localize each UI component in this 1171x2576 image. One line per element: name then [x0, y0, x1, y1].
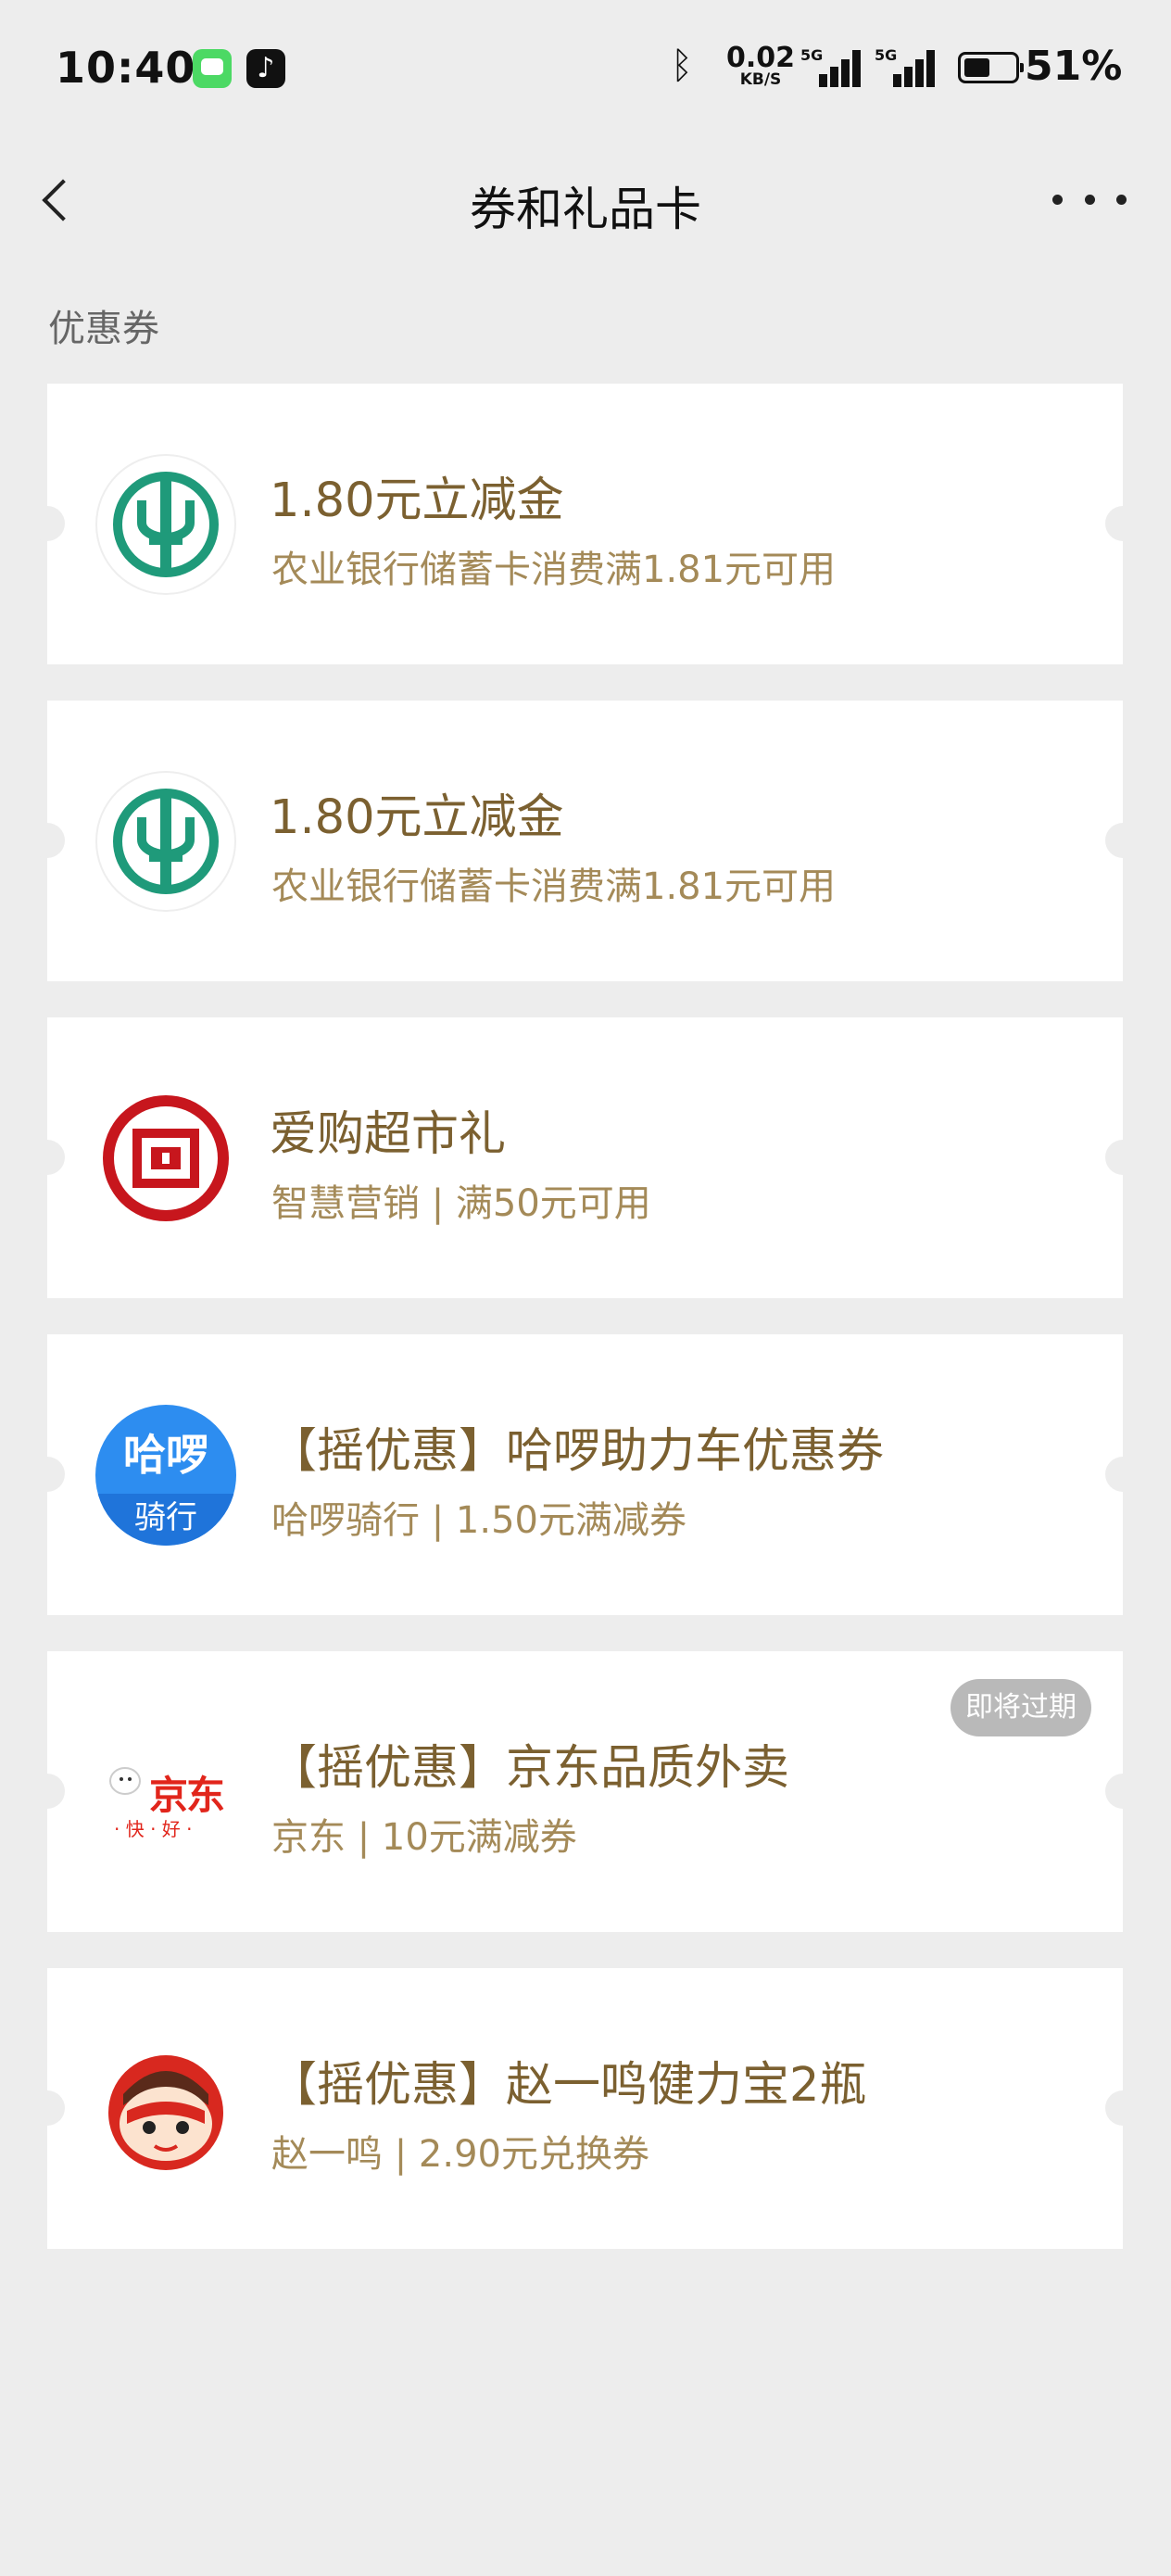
coupon-desc: 京东 | 10元满减券 — [271, 1816, 577, 1859]
coupon-name: 【摇优惠】哈啰助力车优惠券 — [270, 1424, 885, 1479]
nav-bar: 券和礼品卡 — [0, 139, 1171, 259]
network-speed-value: 0.02 — [726, 42, 796, 74]
coupon-card[interactable]: 即将过期 京东 · 快 · 好 · 【摇优惠】京东品质外卖 京东 | 10元满减… — [30, 1651, 1140, 1932]
signal-tag: 5G — [800, 46, 824, 64]
battery-percent: 51% — [1025, 43, 1123, 90]
coupon-card[interactable]: 1.80元立减金 农业银行储蓄卡消费满1.81元可用 — [30, 701, 1140, 981]
coupon-name: 1.80元立减金 — [270, 790, 564, 845]
signal-icon: 5G — [800, 46, 861, 87]
coupon-card[interactable]: 1.80元立减金 农业银行储蓄卡消费满1.81元可用 — [30, 384, 1140, 664]
expiring-badge: 即将过期 — [951, 1679, 1091, 1736]
tiktok-app-icon: ♪ — [246, 49, 285, 88]
abc-bank-logo — [95, 454, 236, 595]
hello-logo-subtext: 骑行 — [95, 1494, 236, 1546]
coupon-name: 【摇优惠】赵一鸣健力宝2瓶 — [270, 2058, 867, 2113]
coupon-desc: 赵一鸣 | 2.90元兑换券 — [271, 2133, 649, 2176]
bluetooth-icon: ᛒ — [671, 44, 693, 87]
abc-bank-logo — [95, 771, 236, 912]
coupon-name: 爱购超市礼 — [270, 1107, 507, 1162]
jd-logo-subtext: · 快 · 好 · — [114, 1818, 193, 1840]
battery-icon — [958, 52, 1024, 83]
coupon-card[interactable]: 爱购超市礼 智慧营销 | 满50元可用 — [30, 1017, 1140, 1298]
status-time: 10:40 — [56, 43, 196, 93]
zhaoyiming-logo — [95, 2039, 236, 2179]
coupon-desc: 农业银行储蓄卡消费满1.81元可用 — [271, 865, 837, 908]
network-speed: 0.02 KB/S — [726, 44, 795, 88]
coupon-desc: 智慧营销 | 满50元可用 — [271, 1182, 651, 1225]
coupon-card[interactable]: 【摇优惠】赵一鸣健力宝2瓶 赵一鸣 | 2.90元兑换券 — [30, 1968, 1140, 2249]
messages-app-icon — [193, 49, 232, 88]
network-speed-unit: KB/S — [739, 70, 782, 89]
signal-icon: 5G — [875, 46, 935, 87]
coupon-card[interactable]: 哈啰 骑行 【摇优惠】哈啰助力车优惠券 哈啰骑行 | 1.50元满减券 — [30, 1334, 1140, 1615]
jd-logo-text: 京东 — [149, 1773, 225, 1818]
more-dots-icon[interactable] — [1052, 185, 1127, 213]
coupon-name: 【摇优惠】京东品质外卖 — [270, 1741, 790, 1796]
icbc-logo — [95, 1088, 236, 1229]
battery-fill — [964, 58, 989, 77]
coupon-name: 1.80元立减金 — [270, 474, 564, 528]
signal-tag: 5G — [875, 46, 898, 64]
coupon-desc: 哈啰骑行 | 1.50元满减券 — [271, 1499, 686, 1542]
coupon-desc: 农业银行储蓄卡消费满1.81元可用 — [271, 549, 837, 591]
hello-bike-logo: 哈啰 骑行 — [95, 1405, 236, 1546]
hello-logo-text: 哈啰 — [123, 1430, 208, 1480]
page-title: 券和礼品卡 — [470, 183, 701, 236]
section-label: 优惠券 — [48, 308, 159, 350]
status-bar: 10:40 ♪ ᛒ 0.02 KB/S 5G 5G 51% — [0, 0, 1171, 139]
jd-logo: 京东 · 快 · 好 · — [95, 1722, 236, 1863]
